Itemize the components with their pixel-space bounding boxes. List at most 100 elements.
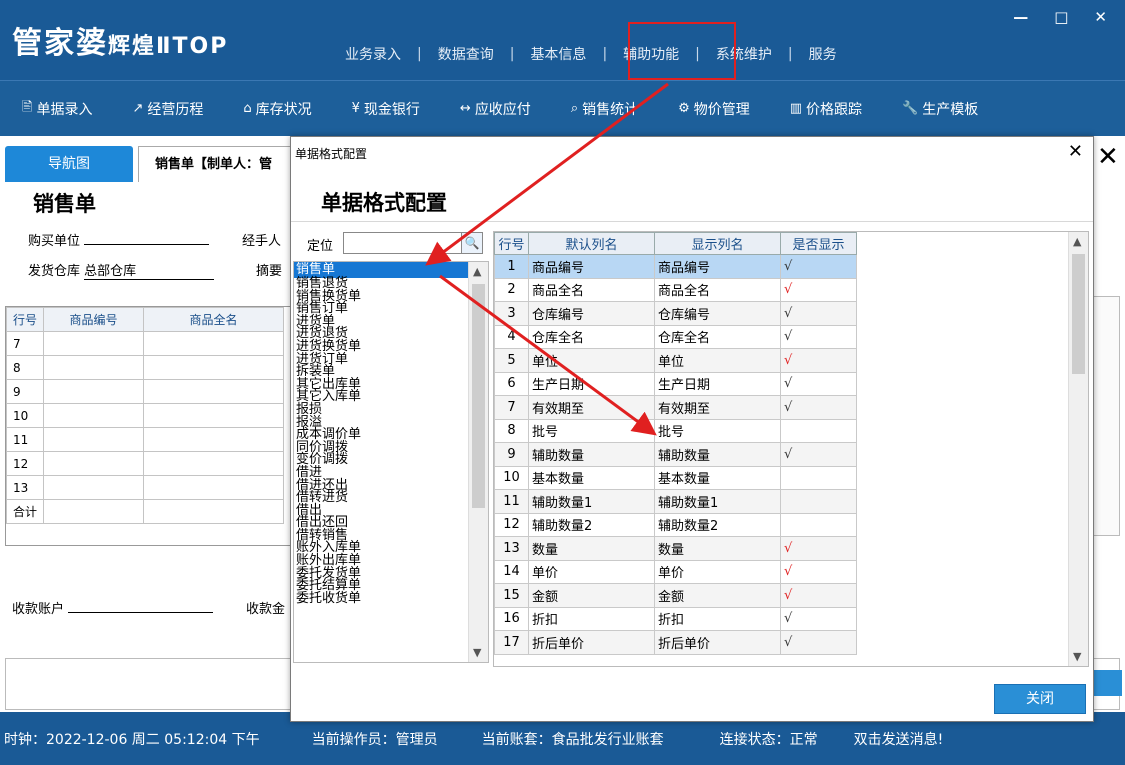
display-column-name[interactable]: 仓库编号 [654, 301, 781, 326]
default-column-name[interactable]: 单位 [528, 348, 655, 373]
table-row[interactable]: 5 单位 单位 √ [494, 348, 857, 373]
buyer-field[interactable]: 购买单位 [28, 230, 210, 249]
visible-check-icon[interactable]: √ [780, 277, 857, 302]
display-column-name[interactable]: 生产日期 [654, 371, 781, 396]
display-column-name[interactable]: 金额 [654, 583, 781, 608]
visible-check-icon[interactable] [780, 465, 857, 490]
default-column-name[interactable]: 数量 [528, 536, 655, 561]
close-icon[interactable]: ✕ [1068, 141, 1083, 162]
table-row[interactable]: 17 折后单价 折后单价 √ [494, 630, 857, 655]
scroll-thumb[interactable] [472, 284, 485, 508]
menu-service[interactable]: 服务 [809, 44, 837, 64]
default-column-name[interactable]: 辅助数量2 [528, 512, 655, 537]
table-row[interactable]: 9 辅助数量 辅助数量 √ [494, 442, 857, 467]
warehouse-field[interactable]: 发货仓库 总部仓库 [28, 260, 215, 280]
table-row[interactable]: 8 批号 批号 [494, 418, 857, 443]
grid-scrollbar[interactable]: ▲ ▼ [1068, 232, 1088, 666]
display-column-name[interactable]: 折后单价 [654, 630, 781, 655]
toolbar-history-chart[interactable]: ↗ 经营历程 [132, 99, 203, 119]
visible-check-icon[interactable]: √ [780, 348, 857, 373]
toolbar-wrench[interactable]: 🔧 生产模板 [902, 99, 978, 119]
display-column-name[interactable]: 商品编号 [654, 254, 781, 279]
scroll-up-icon[interactable]: ▲ [1073, 235, 1081, 248]
visible-check-icon[interactable]: √ [780, 371, 857, 396]
table-row[interactable]: 7 有效期至 有效期至 √ [494, 395, 857, 420]
toolbar-warehouse[interactable]: ⌂ 库存状况 [243, 99, 311, 119]
send-message-link[interactable]: 双击发送消息! [854, 729, 944, 749]
display-column-name[interactable]: 有效期至 [654, 395, 781, 420]
default-column-name[interactable]: 仓库编号 [528, 301, 655, 326]
menu-data-query[interactable]: 数据查询 [438, 44, 494, 64]
doc-close-icon[interactable]: ✕ [1097, 142, 1119, 172]
doc-type-item[interactable]: 报损 [294, 403, 488, 417]
default-column-name[interactable]: 辅助数量1 [528, 489, 655, 514]
default-column-name[interactable]: 生产日期 [528, 371, 655, 396]
visible-check-icon[interactable] [780, 489, 857, 514]
doc-grid-scrollbar[interactable] [1090, 296, 1120, 536]
display-column-name[interactable]: 批号 [654, 418, 781, 443]
menu-business-entry[interactable]: 业务录入 [345, 44, 401, 64]
doc-type-item[interactable]: 借转进货 [294, 491, 488, 505]
locate-input[interactable] [343, 232, 463, 254]
doc-action-button[interactable] [1090, 670, 1122, 696]
tab-sales-order[interactable]: 销售单【制单人：管 [138, 146, 298, 182]
tab-navigation[interactable]: 导航图 [5, 146, 133, 182]
visible-check-icon[interactable]: √ [780, 301, 857, 326]
table-row[interactable]: 15 金额 金额 √ [494, 583, 857, 608]
list-scrollbar[interactable]: ▲ ▼ [468, 262, 488, 662]
default-column-name[interactable]: 仓库全名 [528, 324, 655, 349]
display-column-name[interactable]: 商品全名 [654, 277, 781, 302]
default-column-name[interactable]: 商品编号 [528, 254, 655, 279]
default-column-name[interactable]: 金额 [528, 583, 655, 608]
doc-type-item[interactable]: 其它入库单 [294, 391, 488, 404]
default-column-name[interactable]: 有效期至 [528, 395, 655, 420]
visible-check-icon[interactable]: √ [780, 606, 857, 631]
visible-check-icon[interactable] [780, 512, 857, 537]
table-row[interactable]: 6 生产日期 生产日期 √ [494, 371, 857, 396]
account-field[interactable]: 收款账户 [12, 598, 214, 617]
menu-basic-info[interactable]: 基本信息 [530, 44, 586, 64]
table-row[interactable]: 4 仓库全名 仓库全名 √ [494, 324, 857, 349]
display-column-name[interactable]: 仓库全名 [654, 324, 781, 349]
toolbar-gear[interactable]: ⚙ 物价管理 [678, 99, 750, 119]
toolbar-doc-entry[interactable]: 🖹 单据录入 [22, 98, 92, 120]
display-column-name[interactable]: 辅助数量 [654, 442, 781, 467]
default-column-name[interactable]: 批号 [528, 418, 655, 443]
doc-type-item[interactable]: 变价调拨 [294, 454, 488, 467]
default-column-name[interactable]: 折扣 [528, 606, 655, 631]
table-row[interactable]: 12 辅助数量2 辅助数量2 [494, 512, 857, 537]
visible-check-icon[interactable]: √ [780, 324, 857, 349]
display-column-name[interactable]: 折扣 [654, 606, 781, 631]
toolbar-yen[interactable]: ¥ 现金银行 [352, 99, 420, 119]
default-column-name[interactable]: 辅助数量 [528, 442, 655, 467]
table-row[interactable]: 10 基本数量 基本数量 [494, 465, 857, 490]
display-column-name[interactable]: 辅助数量2 [654, 512, 781, 537]
table-row[interactable]: 11 辅助数量1 辅助数量1 [494, 489, 857, 514]
display-column-name[interactable]: 单位 [654, 348, 781, 373]
default-column-name[interactable]: 折后单价 [528, 630, 655, 655]
visible-check-icon[interactable]: √ [780, 536, 857, 561]
scroll-down-icon[interactable]: ▼ [473, 646, 481, 659]
default-column-name[interactable]: 单价 [528, 559, 655, 584]
display-column-name[interactable]: 数量 [654, 536, 781, 561]
toolbar-bar-chart[interactable]: ▥ 价格跟踪 [790, 99, 862, 119]
visible-check-icon[interactable]: √ [780, 395, 857, 420]
visible-check-icon[interactable]: √ [780, 559, 857, 584]
visible-check-icon[interactable]: √ [780, 630, 857, 655]
visible-check-icon[interactable]: √ [780, 583, 857, 608]
toolbar-exchange[interactable]: ↔ 应收应付 [460, 99, 531, 119]
minimize-icon[interactable]: — [1013, 8, 1028, 26]
visible-check-icon[interactable] [780, 418, 857, 443]
display-column-name[interactable]: 单价 [654, 559, 781, 584]
table-row[interactable]: 13 数量 数量 √ [494, 536, 857, 561]
table-row[interactable]: 14 单价 单价 √ [494, 559, 857, 584]
default-column-name[interactable]: 基本数量 [528, 465, 655, 490]
default-column-name[interactable]: 商品全名 [528, 277, 655, 302]
close-button[interactable]: 关闭 [994, 684, 1086, 714]
scroll-up-icon[interactable]: ▲ [473, 265, 481, 278]
table-row[interactable]: 16 折扣 折扣 √ [494, 606, 857, 631]
visible-check-icon[interactable]: √ [780, 442, 857, 467]
visible-check-icon[interactable]: √ [780, 254, 857, 279]
display-column-name[interactable]: 辅助数量1 [654, 489, 781, 514]
maximize-icon[interactable]: □ [1054, 8, 1068, 26]
